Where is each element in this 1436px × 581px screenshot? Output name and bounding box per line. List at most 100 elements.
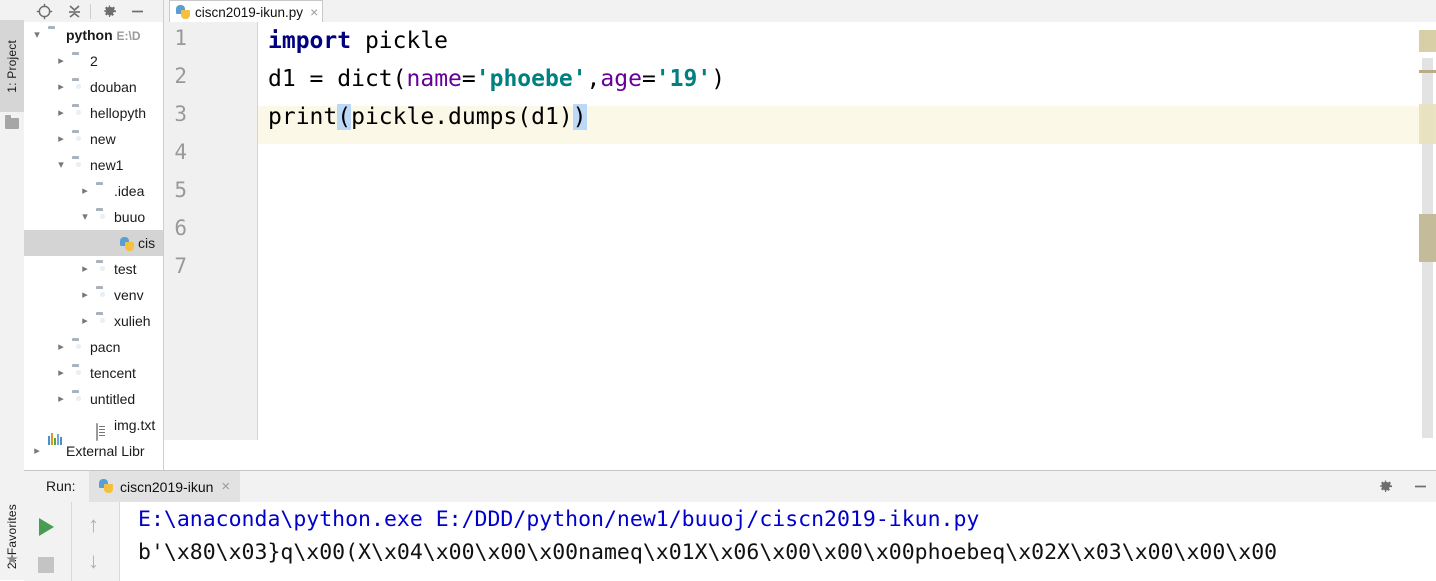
run-tool-window: Run: ciscn2019-ikun × ↑ ↓ E:\anaconda\py…	[24, 470, 1436, 581]
chevron-down-icon[interactable]: ▾	[78, 204, 92, 230]
gear-icon[interactable]	[101, 3, 118, 20]
locate-icon[interactable]	[36, 3, 53, 20]
folder-icon	[96, 185, 110, 197]
tree-item-cis[interactable]: cis	[24, 230, 163, 256]
tree-item-label: .idea	[114, 183, 145, 199]
chevron-right-icon[interactable]: ▸	[78, 282, 92, 308]
tree-item-hellopyth[interactable]: ▸ hellopyth	[24, 100, 163, 126]
python-file-icon	[99, 479, 114, 494]
chevron-right-icon[interactable]: ▸	[54, 48, 68, 74]
tree-item-label: cis	[138, 235, 156, 251]
line-number: 4	[174, 140, 187, 164]
chevron-right-icon[interactable]: ▸	[78, 256, 92, 282]
chevron-right-icon[interactable]: ▸	[54, 386, 68, 412]
run-tab[interactable]: ciscn2019-ikun ×	[89, 471, 241, 502]
tree-item-label: python E:\D	[66, 27, 141, 43]
tree-item-new1[interactable]: ▾ new1	[24, 152, 163, 178]
stop-icon[interactable]	[38, 557, 54, 573]
sidebar-tab-project-label: 1: Project	[5, 39, 19, 93]
marker-stripe[interactable]	[1419, 214, 1436, 262]
minimize-icon[interactable]	[1412, 478, 1429, 495]
tree-item-douban[interactable]: ▸ douban	[24, 74, 163, 100]
arrow-up-icon[interactable]: ↑	[88, 514, 99, 536]
tree-item-buuo[interactable]: ▾ buuo	[24, 204, 163, 230]
sidebar-tab-project[interactable]: 1: Project	[0, 20, 24, 112]
toolbar-separator	[90, 4, 91, 19]
tree-item-img-txt[interactable]: img.txt	[24, 412, 163, 441]
tree-item-label: buuo	[114, 209, 146, 225]
run-console[interactable]: E:\anaconda\python.exe E:/DDD/python/new…	[120, 502, 1436, 581]
tree-item-new[interactable]: ▸ new	[24, 126, 163, 152]
chevron-right-icon[interactable]: ▸	[54, 334, 68, 360]
run-tab-label: ciscn2019-ikun	[120, 478, 214, 495]
tree-item-venv[interactable]: ▸ venv	[24, 282, 163, 308]
folder-open-icon	[72, 133, 86, 145]
close-icon[interactable]: ×	[310, 4, 318, 20]
editor-tab-ciscn2019-ikun[interactable]: ciscn2019-ikun.py ×	[169, 0, 324, 23]
chevron-right-icon[interactable]: ▸	[78, 308, 92, 334]
play-icon[interactable]	[39, 518, 54, 536]
star-icon: ★	[5, 551, 19, 568]
tree-item-label: douban	[90, 79, 137, 95]
marker-stripe[interactable]	[1419, 30, 1436, 52]
library-icon	[48, 433, 62, 457]
code-line[interactable]: import pickle	[268, 22, 448, 60]
tree-item--idea[interactable]: ▸ .idea	[24, 178, 163, 204]
tree-item-detail: E:\D	[116, 29, 141, 43]
editor-marker-bar[interactable]	[1419, 22, 1436, 440]
chevron-right-icon[interactable]: ▸	[54, 360, 68, 386]
chevron-right-icon[interactable]: ▸	[30, 438, 44, 464]
project-tree[interactable]: ▾ python E:\D ▸ 2 ▸ douban ▸ hellopyth ▸ new ▾ new1…	[24, 22, 163, 470]
tree-item-label: new1	[90, 157, 124, 173]
chevron-right-icon[interactable]: ▸	[54, 126, 68, 152]
tree-item-xulieh[interactable]: ▸ xulieh	[24, 308, 163, 334]
editor-gutter[interactable]: 1 2 3 4 5 6 7	[164, 22, 258, 440]
collapse-all-icon[interactable]	[66, 3, 83, 20]
folder-icon	[48, 29, 62, 41]
chevron-down-icon[interactable]: ▾	[54, 152, 68, 178]
tree-item-label: External Libr	[66, 443, 145, 459]
line-number: 3	[174, 102, 187, 126]
run-toolbar-left	[24, 502, 72, 581]
close-icon[interactable]: ×	[221, 478, 230, 495]
chevron-down-icon[interactable]: ▾	[30, 22, 44, 48]
arrow-down-icon[interactable]: ↓	[88, 550, 99, 572]
minimize-icon[interactable]	[129, 3, 146, 20]
code-token: '19'	[655, 66, 712, 92]
run-toolbar-right: ↑ ↓	[72, 502, 120, 581]
left-tool-strip: 1: Project 2: Favorites ★	[0, 0, 25, 580]
folder-icon	[5, 115, 19, 129]
code-token: pickle.dumps(d1)	[351, 104, 573, 130]
tree-item-pacn[interactable]: ▸ pacn	[24, 334, 163, 360]
code-token: 'phoebe'	[475, 66, 587, 92]
project-panel: ▾ python E:\D ▸ 2 ▸ douban ▸ hellopyth ▸ new ▾ new1…	[24, 0, 163, 470]
folder-open-icon	[72, 107, 86, 119]
tree-item-2[interactable]: ▸ 2	[24, 48, 163, 74]
code-line[interactable]: print(pickle.dumps(d1))	[268, 98, 587, 136]
folder-open-icon	[72, 341, 86, 353]
code-editor[interactable]: 1234567 import pickle d1 = dict(name='pho…	[164, 22, 1436, 440]
tree-item-label: img.txt	[114, 417, 156, 433]
chevron-right-icon[interactable]: ▸	[54, 100, 68, 126]
code-token: (	[337, 104, 352, 130]
chevron-right-icon[interactable]: ▸	[78, 178, 92, 204]
tree-item-label: untitled	[90, 391, 136, 407]
line-number: 2	[174, 64, 187, 88]
marker-stripe[interactable]	[1419, 104, 1436, 144]
code-line[interactable]: d1 = dict(name='phoebe',age='19')	[268, 60, 725, 98]
chevron-right-icon[interactable]: ▸	[54, 74, 68, 100]
tree-item-untitled[interactable]: ▸ untitled	[24, 386, 163, 412]
tree-item-label: new	[90, 131, 116, 147]
tree-item-python[interactable]: ▾ python E:\D	[24, 22, 163, 48]
tree-item-test[interactable]: ▸ test	[24, 256, 163, 282]
gear-icon[interactable]	[1377, 478, 1394, 495]
python-file-icon	[120, 237, 134, 251]
code-token: ,	[586, 66, 601, 92]
console-line: E:\anaconda\python.exe E:/DDD/python/new…	[138, 507, 980, 532]
tree-item-label: 2	[90, 53, 98, 69]
marker-stripe[interactable]	[1419, 70, 1436, 73]
tree-item-external-libr[interactable]: ▸ External Libr	[24, 433, 163, 464]
tree-item-tencent[interactable]: ▸ tencent	[24, 360, 163, 386]
code-token: name	[406, 66, 462, 92]
line-number: 5	[174, 178, 187, 202]
